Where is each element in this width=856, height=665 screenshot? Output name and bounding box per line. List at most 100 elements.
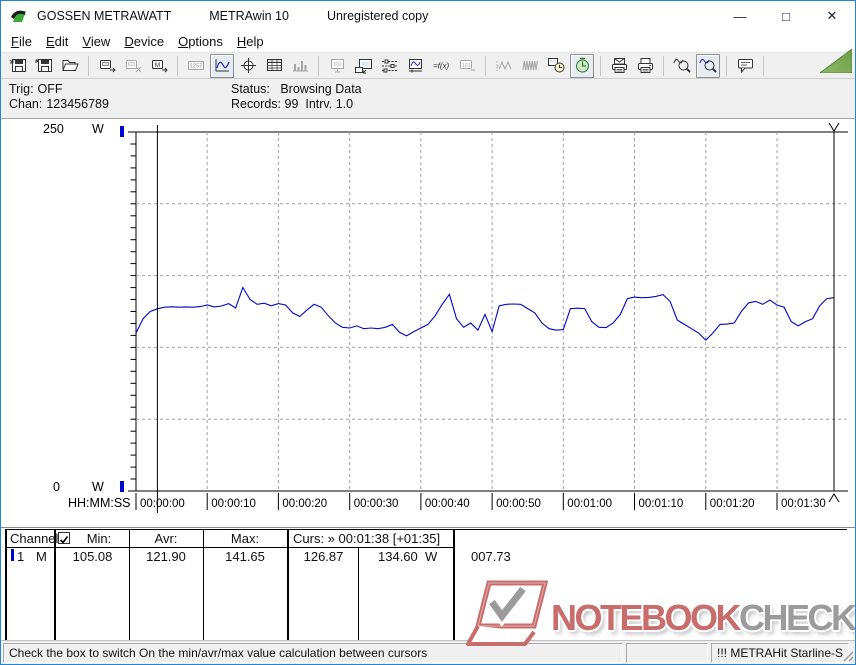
- maximize-button[interactable]: □: [763, 9, 809, 24]
- toolbar-separator: [88, 55, 89, 76]
- y-axis-min-label: 0: [53, 480, 60, 494]
- svg-text:=f(x): =f(x): [433, 62, 450, 71]
- channel-setup-icon[interactable]: [377, 54, 401, 78]
- formula-icon[interactable]: =f(x): [429, 54, 453, 78]
- watermark-word1: NOTEBOOK: [551, 596, 742, 638]
- close-button[interactable]: ✕: [809, 8, 855, 24]
- gmc-triangle-logo-icon: [818, 48, 853, 76]
- svg-text:00:00:40: 00:00:40: [425, 498, 470, 510]
- notebookcheck-watermark: NOTEBOOK CHECK: [465, 580, 855, 655]
- save-as-icon[interactable]: [32, 54, 56, 78]
- menu-item-edit[interactable]: Edit: [44, 32, 78, 52]
- cursor-2-bottom-marker[interactable]: [828, 493, 840, 503]
- avr-value: 121.90: [146, 549, 186, 564]
- records-value: 99: [284, 97, 299, 111]
- channel-number: 1: [17, 549, 25, 564]
- open-file-icon[interactable]: [58, 54, 82, 78]
- zoom-pan-icon[interactable]: [670, 54, 694, 78]
- device-stop-icon: [121, 54, 145, 78]
- minmax-checkbox[interactable]: [58, 532, 70, 544]
- time-setup-icon[interactable]: [544, 54, 568, 78]
- live-view-icon[interactable]: [403, 54, 427, 78]
- chart-canvas[interactable]: 00:00:00 00:00:10 00:00:20 00:00:30 00:00:40…: [1, 119, 856, 527]
- svg-text:1257: 1257: [189, 64, 201, 70]
- chart-view-icon[interactable]: [210, 53, 234, 78]
- trig-value: OFF: [37, 82, 63, 96]
- channel-marker-bottom: [120, 481, 124, 492]
- channel-mode: M: [36, 549, 47, 564]
- table-view-icon[interactable]: [262, 54, 286, 78]
- toolbar-separator: [726, 55, 727, 76]
- screen-copy-icon: [325, 54, 349, 78]
- chan-label: Chan:: [9, 97, 43, 111]
- chan-value: 123456789: [46, 97, 109, 111]
- status-value: Browsing Data: [280, 82, 362, 96]
- svg-text:00:01:10: 00:01:10: [639, 498, 684, 510]
- channel-color-marker: [11, 549, 14, 561]
- svg-text:00:00:00: 00:00:00: [140, 498, 185, 510]
- menu-item-help[interactable]: Help: [235, 32, 274, 52]
- records-label: Records:: [231, 97, 282, 111]
- delta-value: 007.73: [471, 549, 511, 564]
- menu-item-options[interactable]: Options: [176, 32, 233, 52]
- y-axis-unit-bottom: W: [92, 480, 104, 494]
- titlebar: GOSSEN METRAWATT METRAwin 10 Unregistere…: [1, 1, 855, 31]
- device-panel-icon: 123: [455, 54, 479, 78]
- watermark-word2: CHECK: [739, 596, 855, 638]
- title-brand: GOSSEN METRAWATT: [37, 9, 172, 23]
- max-value: 141.65: [225, 549, 265, 564]
- svg-text:00:00:10: 00:00:10: [211, 498, 256, 510]
- toolbar-separator: [763, 55, 764, 76]
- avr-column-header: Avr:: [154, 531, 178, 546]
- acquisition-info-panel: Trig: OFF Chan: 123456789 Status: Browsing…: [1, 79, 855, 119]
- svg-text:00:00:50: 00:00:50: [496, 498, 541, 510]
- y-axis-max-label: 250: [43, 122, 64, 136]
- y-axis-unit-top: W: [92, 122, 104, 136]
- numeric-display-icon: 1257: [184, 54, 208, 78]
- min-column-header: Min:: [86, 531, 112, 546]
- cursor-2-top-marker[interactable]: [828, 122, 840, 132]
- svg-text:00:00:30: 00:00:30: [354, 498, 399, 510]
- device-send-icon[interactable]: [95, 54, 119, 78]
- toolbar-separator: [600, 55, 601, 76]
- min-value: 105.08: [72, 549, 113, 564]
- minimize-button[interactable]: —: [717, 9, 763, 24]
- cursor1-value: 126.87: [303, 549, 344, 564]
- print-icon[interactable]: [633, 54, 657, 78]
- svg-text:00:00:20: 00:00:20: [282, 498, 327, 510]
- svg-text:00:01:30: 00:01:30: [781, 498, 826, 510]
- print-report-icon[interactable]: [607, 54, 631, 78]
- trig-label: Trig:: [9, 82, 34, 96]
- interval-value: 1.0: [335, 97, 354, 111]
- toolbar-buttons: M 1257 =f(x) 123: [5, 53, 769, 78]
- channel-column-header: Channel:: [10, 531, 63, 546]
- check-icon: [59, 536, 69, 544]
- svg-text:123: 123: [461, 63, 470, 69]
- timer-run-icon[interactable]: [570, 53, 594, 78]
- toolbar-separator: [485, 55, 486, 76]
- menu-item-file[interactable]: File: [9, 32, 42, 52]
- interval-label: Intrv.: [305, 97, 333, 111]
- menu-item-device[interactable]: Device: [122, 32, 174, 52]
- chart-area: 00:00:00 00:00:10 00:00:20 00:00:30 00:00:40…: [1, 119, 856, 527]
- notebookcheck-laptop-icon: [465, 580, 549, 655]
- toolbar-separator: [177, 55, 178, 76]
- svg-text:M: M: [154, 62, 159, 69]
- annotation-icon[interactable]: [733, 54, 757, 78]
- read-device-icon[interactable]: [351, 54, 375, 78]
- toolbar-separator: [318, 55, 319, 76]
- cursor-tool-icon[interactable]: [236, 54, 260, 78]
- menu-item-view[interactable]: View: [80, 32, 120, 52]
- metrawin-window: GOSSEN METRAWATT METRAwin 10 Unregistere…: [0, 0, 856, 665]
- channel-marker-top: [120, 126, 124, 137]
- power-trace: [135, 286, 835, 341]
- cursor-column-header: Curs: » 00:01:38 [+01:35]: [293, 531, 441, 546]
- zoom-select-icon[interactable]: [696, 53, 720, 78]
- device-memory-icon[interactable]: M: [147, 54, 171, 78]
- svg-text:00:01:20: 00:01:20: [710, 498, 755, 510]
- toolbar: M 1257 =f(x) 123: [1, 48, 855, 79]
- save-data-icon[interactable]: [6, 54, 30, 78]
- title-app: METRAwin 10: [209, 9, 289, 23]
- status-label: Status:: [231, 82, 270, 96]
- wave-min-icon: [492, 54, 516, 78]
